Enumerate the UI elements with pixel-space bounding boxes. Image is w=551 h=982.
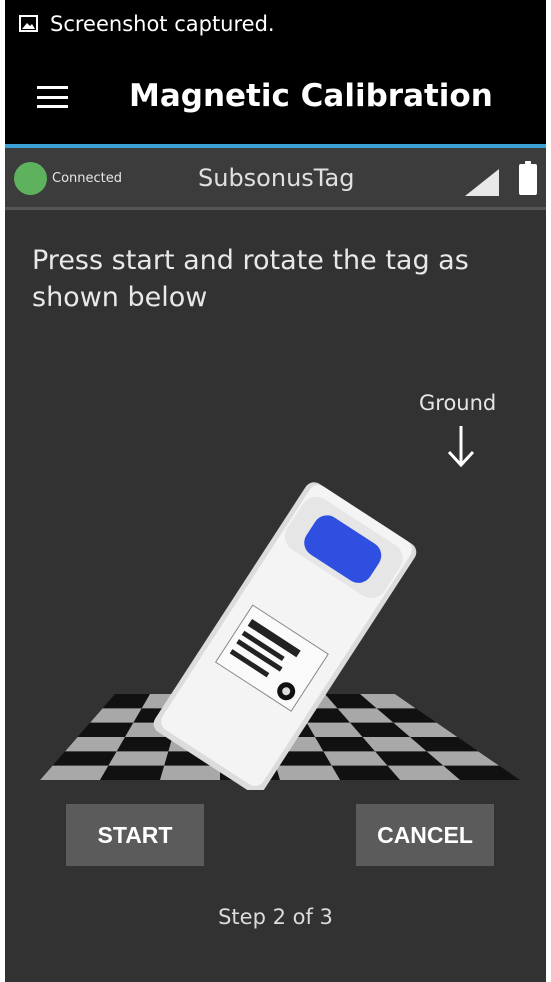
connection-status-label: Connected	[52, 171, 123, 186]
ground-label: Ground	[419, 391, 497, 415]
menu-icon[interactable]	[37, 86, 68, 108]
image-icon	[19, 15, 38, 32]
calibration-illustration	[40, 482, 520, 790]
app-frame: Screenshot captured. Magnetic Calibratio…	[5, 0, 546, 982]
connection-status-indicator	[14, 162, 47, 195]
start-button[interactable]: START	[66, 804, 204, 866]
page-title: Magnetic Calibration	[129, 78, 493, 114]
cancel-button[interactable]: CANCEL	[356, 804, 494, 866]
signal-icon	[465, 169, 499, 196]
app-bar: Magnetic Calibration	[5, 50, 546, 144]
device-name: SubsonusTag	[198, 164, 355, 192]
status-bar: Screenshot captured.	[5, 0, 546, 50]
section-divider	[5, 207, 546, 210]
battery-icon	[519, 161, 537, 195]
status-text: Screenshot captured.	[50, 12, 275, 36]
connection-bar: Connected SubsonusTag	[5, 148, 546, 207]
step-indicator: Step 2 of 3	[218, 905, 333, 929]
instruction-text: Press start and rotate the tag as shown …	[32, 245, 469, 313]
